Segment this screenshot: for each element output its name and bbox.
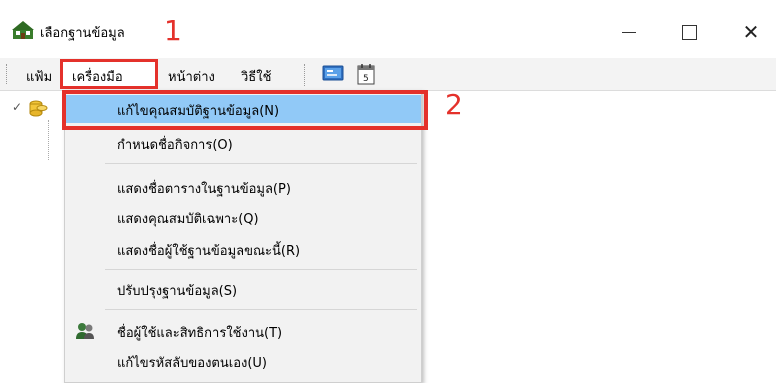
annotation-step-1: 1 <box>164 14 182 47</box>
database-icon[interactable] <box>28 99 48 119</box>
menu-item-label: ชื่อผู้ใช้และสิทธิการใช้งาน(T) <box>117 326 283 341</box>
menu-help[interactable]: วิธีใช้ <box>241 66 271 87</box>
menu-item-show-current-users[interactable]: แสดงชื่อผู้ใช้ฐานข้อมูลขณะนี้(R) <box>65 235 421 263</box>
highlight-box-edit-db-properties <box>62 90 428 130</box>
menu-item-show-table-names[interactable]: แสดงชื่อตารางในฐานข้อมูล(P) <box>65 173 421 201</box>
app-icon <box>12 21 34 39</box>
menu-item-change-own-password[interactable]: แก้ไขรหัสลับของตนเอง(U) <box>65 347 421 375</box>
svg-text:5: 5 <box>363 74 369 84</box>
menu-item-label: แสดงชื่อผู้ใช้ฐานข้อมูลขณะนี้(R) <box>117 244 301 259</box>
monitor-icon[interactable] <box>322 65 344 83</box>
title-bar: เลือกฐานข้อมูล ✕ <box>0 0 776 58</box>
menu-item-update-database[interactable]: ปรับปรุงฐานข้อมูล(S) <box>65 275 421 303</box>
menu-file[interactable]: แฟ้ม <box>26 66 52 87</box>
close-button[interactable]: ✕ <box>728 14 774 50</box>
annotation-step-2: 2 <box>445 88 463 121</box>
menu-item-show-properties[interactable]: แสดงคุณสมบัติเฉพาะ(Q) <box>65 203 421 231</box>
toolbar-separator <box>304 64 307 86</box>
minimize-button[interactable] <box>606 14 652 50</box>
maximize-button[interactable] <box>666 14 712 50</box>
menu-item-label: แสดงชื่อตารางในฐานข้อมูล(P) <box>117 182 291 197</box>
menu-item-label: กำหนดชื่อกิจการ(O) <box>117 138 233 153</box>
minimize-icon <box>622 31 636 33</box>
menu-separator <box>105 163 417 164</box>
menu-item-label: แสดงคุณสมบัติเฉพาะ(Q) <box>117 212 259 227</box>
menu-separator <box>105 269 417 270</box>
menu-tools[interactable]: เครื่องมือ <box>72 66 123 87</box>
chevron-down-icon[interactable]: ✓ <box>12 100 22 114</box>
menu-window[interactable]: หน้าต่าง <box>168 66 215 87</box>
menubar-grip[interactable] <box>6 64 10 84</box>
menu-item-set-company-name[interactable]: กำหนดชื่อกิจการ(O) <box>65 129 421 157</box>
window-title: เลือกฐานข้อมูล <box>40 26 125 41</box>
maximize-icon <box>681 24 697 40</box>
menu-item-label: แก้ไขรหัสลับของตนเอง(U) <box>117 356 268 371</box>
tools-dropdown-menu: แก้ไขคุณสมบัติฐานข้อมูล(N) กำหนดชื่อกิจก… <box>64 90 422 383</box>
tree-connector <box>48 120 50 160</box>
menu-separator <box>105 309 417 310</box>
users-icon <box>76 323 94 339</box>
calendar-icon[interactable]: 5 <box>356 63 376 85</box>
menu-item-label: ปรับปรุงฐานข้อมูล(S) <box>117 284 238 299</box>
menu-item-users-and-permissions[interactable]: ชื่อผู้ใช้และสิทธิการใช้งาน(T) <box>65 317 421 345</box>
